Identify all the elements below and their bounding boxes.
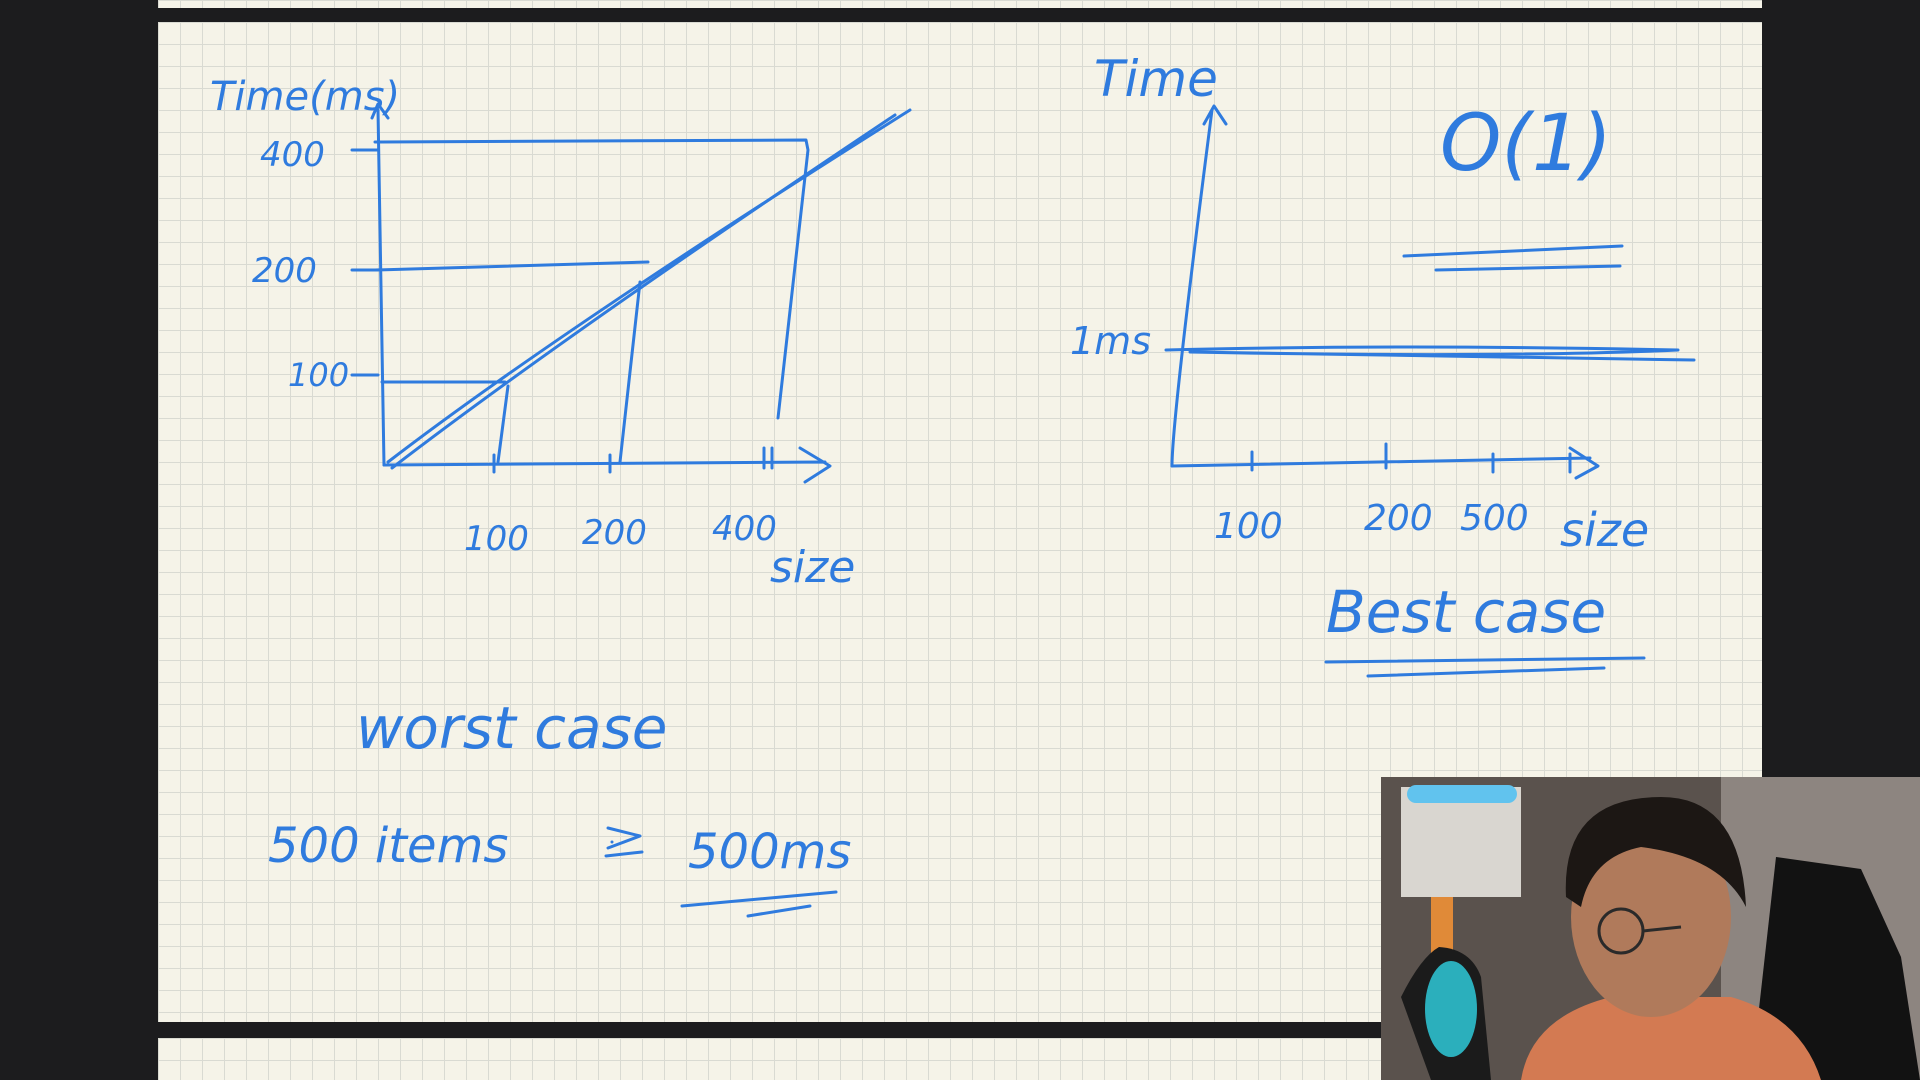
presenter-webcam xyxy=(1381,777,1920,1080)
previous-page xyxy=(158,0,1762,8)
presenter-video-frame xyxy=(1381,777,1920,1080)
